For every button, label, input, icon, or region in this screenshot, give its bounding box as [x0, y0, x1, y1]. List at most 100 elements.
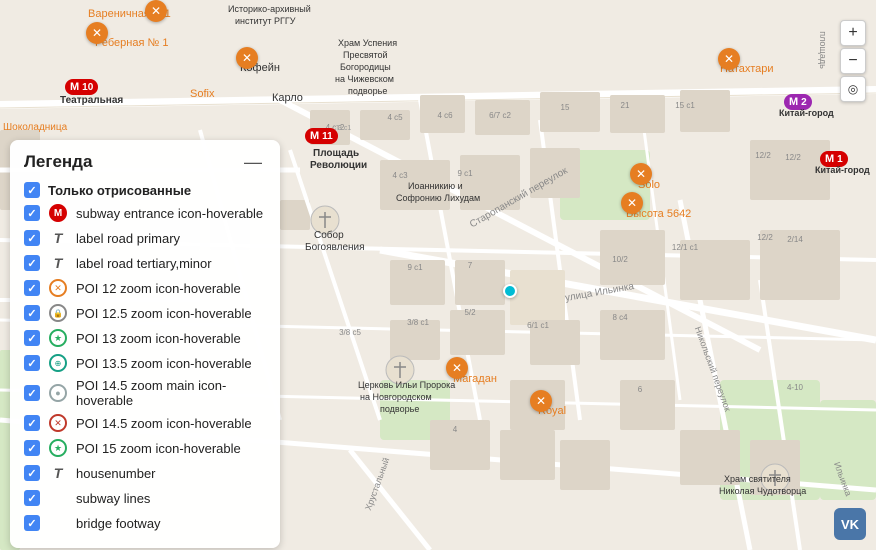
poi-marker-vysota[interactable]: ✕: [621, 192, 643, 214]
map-container: 4 ст2 4 с5 4 с6 6/7 с2 15 21 15 с1 12/2 …: [0, 0, 876, 550]
poi-13-icon: ★: [48, 328, 68, 348]
poi-14-main-icon: ●: [48, 383, 68, 403]
legend-item-road-tertiary: T label road tertiary,minor: [24, 253, 266, 273]
legend-label-road-tertiary: label road tertiary,minor: [76, 256, 212, 271]
poi-marker-rebernaya[interactable]: ✕: [86, 22, 108, 44]
poi-12-icon: ✕: [48, 278, 68, 298]
metro-station-ploshhad[interactable]: М11: [305, 128, 338, 144]
legend-item-bridge-footway: bridge footway: [24, 513, 266, 533]
legend-item-poi-14-main: ● POI 14.5 zoom main icon-hoverable: [24, 378, 266, 408]
poi-marker-varennaya[interactable]: ✕: [145, 0, 167, 22]
legend-label-poi-15: POI 15 zoom icon-hoverable: [76, 441, 241, 456]
compass-button[interactable]: ◎: [840, 76, 866, 102]
svg-text:9 с1: 9 с1: [407, 263, 423, 272]
legend-title: Легенда: [24, 152, 92, 172]
legend-checkbox-road-tertiary[interactable]: [24, 255, 40, 271]
poi-marker-royal[interactable]: ✕: [530, 390, 552, 412]
svg-text:12/2: 12/2: [755, 151, 771, 160]
svg-text:15 с1: 15 с1: [675, 101, 695, 110]
legend-item-poi-12: ✕ POI 12 zoom icon-hoverable: [24, 278, 266, 298]
legend-checkbox-subway-entrance[interactable]: [24, 205, 40, 221]
location-dot: [503, 284, 517, 298]
legend-label-only-drawn: Только отрисованные: [48, 183, 191, 198]
legend-label-poi-14: POI 14.5 zoom icon-hoverable: [76, 416, 252, 431]
bridge-footway-icon: [48, 513, 68, 533]
poi-marker-magadan[interactable]: ✕: [446, 357, 468, 379]
legend-checkbox-poi-13-5[interactable]: [24, 355, 40, 371]
legend-item-poi-15: ★ POI 15 zoom icon-hoverable: [24, 438, 266, 458]
legend-label-poi-13: POI 13 zoom icon-hoverable: [76, 331, 241, 346]
legend-label-poi-12: POI 12 zoom icon-hoverable: [76, 281, 241, 296]
legend-checkbox-poi-14-main[interactable]: [24, 385, 40, 401]
legend-item-only-drawn: Только отрисованные: [24, 182, 266, 198]
svg-text:12/1 с1: 12/1 с1: [672, 243, 699, 252]
svg-text:21: 21: [621, 101, 630, 110]
legend-label-bridge-footway: bridge footway: [76, 516, 161, 531]
legend-checkbox-poi-14[interactable]: [24, 415, 40, 431]
svg-text:9 с1: 9 с1: [457, 169, 473, 178]
legend-checkbox-poi-12[interactable]: [24, 280, 40, 296]
legend-checkbox-only-drawn[interactable]: [24, 182, 40, 198]
legend-item-subway-lines: subway lines: [24, 488, 266, 508]
zoom-in-button[interactable]: +: [840, 20, 866, 46]
legend-checkbox-poi-13[interactable]: [24, 330, 40, 346]
legend-label-subway-entrance: subway entrance icon-hoverable: [76, 206, 263, 221]
svg-text:5/2: 5/2: [464, 308, 476, 317]
legend-label-poi-14-main: POI 14.5 zoom main icon-hoverable: [76, 378, 266, 408]
poi-15-icon: ★: [48, 438, 68, 458]
svg-text:15: 15: [561, 103, 570, 112]
legend-checkbox-subway-lines[interactable]: [24, 490, 40, 506]
legend-label-housenumber: housenumber: [76, 466, 156, 481]
map-controls: + − ◎: [840, 20, 866, 102]
legend-panel: Легенда — Только отрисованные М subway e…: [10, 140, 280, 548]
poi-marker-cofein[interactable]: ✕: [236, 47, 258, 69]
subway-entrance-icon: М: [48, 203, 68, 223]
metro-station-teatralnaya[interactable]: М10: [65, 79, 98, 95]
metro-label-teatralnaya: Театральная: [60, 95, 123, 106]
svg-text:4: 4: [453, 425, 458, 434]
svg-text:3/8 с5: 3/8 с5: [339, 328, 361, 337]
subway-lines-icon: [48, 488, 68, 508]
road-primary-icon: T: [48, 228, 68, 248]
svg-text:12/2: 12/2: [757, 233, 773, 242]
svg-text:4 с6: 4 с6: [437, 111, 453, 120]
legend-item-poi-13-5: ⊕ POI 13.5 zoom icon-hoverable: [24, 353, 266, 373]
metro-badge: М11: [305, 128, 338, 144]
legend-label-road-primary: label road primary: [76, 231, 180, 246]
svg-text:2/14: 2/14: [787, 235, 803, 244]
poi-12-5-icon: 🔒: [48, 303, 68, 323]
legend-item-subway-entrance: М subway entrance icon-hoverable: [24, 203, 266, 223]
svg-text:4 с3: 4 с3: [392, 171, 408, 180]
poi-marker-solo[interactable]: ✕: [630, 163, 652, 185]
vk-badge[interactable]: VK: [834, 508, 866, 540]
svg-text:4-10: 4-10: [787, 383, 804, 392]
svg-text:4 с5: 4 с5: [387, 113, 403, 122]
svg-text:6/1 с1: 6/1 с1: [527, 321, 549, 330]
legend-label-poi-13-5: POI 13.5 zoom icon-hoverable: [76, 356, 252, 371]
legend-checkbox-poi-12-5[interactable]: [24, 305, 40, 321]
svg-text:12/2: 12/2: [785, 153, 801, 162]
svg-text:10/2: 10/2: [612, 255, 628, 264]
legend-minimize-button[interactable]: —: [240, 153, 266, 171]
legend-item-housenumber: T housenumber: [24, 463, 266, 483]
legend-checkbox-bridge-footway[interactable]: [24, 515, 40, 531]
legend-header: Легенда —: [24, 152, 266, 172]
metro-label-kitay2: Китай-город: [815, 165, 870, 175]
legend-checkbox-poi-15[interactable]: [24, 440, 40, 456]
poi-marker-natakhari[interactable]: ✕: [718, 48, 740, 70]
svg-text:7: 7: [468, 261, 473, 270]
svg-text:3/8 с1: 3/8 с1: [407, 318, 429, 327]
legend-item-poi-14: ✕ POI 14.5 zoom icon-hoverable: [24, 413, 266, 433]
metro-label-kitay1: Китай-город: [779, 108, 834, 118]
legend-label-poi-12-5: POI 12.5 zoom icon-hoverable: [76, 306, 252, 321]
legend-checkbox-road-primary[interactable]: [24, 230, 40, 246]
zoom-out-button[interactable]: −: [840, 48, 866, 74]
metro-badge: М10: [65, 79, 98, 95]
svg-text:6/7 с2: 6/7 с2: [489, 111, 511, 120]
legend-item-poi-12-5: 🔒 POI 12.5 zoom icon-hoverable: [24, 303, 266, 323]
poi-14-icon: ✕: [48, 413, 68, 433]
legend-item-poi-13: ★ POI 13 zoom icon-hoverable: [24, 328, 266, 348]
legend-checkbox-housenumber[interactable]: [24, 465, 40, 481]
svg-text:площадь: площадь: [818, 31, 828, 69]
poi-13-5-icon: ⊕: [48, 353, 68, 373]
